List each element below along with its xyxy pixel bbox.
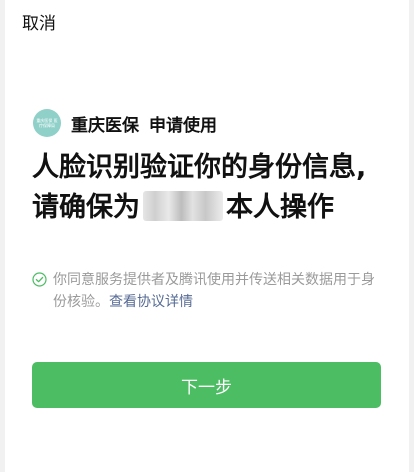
consent-notice: 你同意服务提供者及腾讯使用并传送相关数据用于身份核验。查看协议详情 [32,269,386,313]
title-line-1: 人脸识别验证你的身份信息, [32,152,367,183]
requesting-app: 重庆医保 医疗保障局 重庆医保 申请使用 [33,108,217,138]
app-request-label: 申请使用 [149,115,217,136]
app-logo-text: 重庆医保 医疗保障局 [36,118,58,128]
title-line-2: 请确保为 本人操作 [32,188,392,228]
consent-body: 你同意服务提供者及腾讯使用并传送相关数据用于身份核验。 [53,272,375,310]
title-line-2-prefix: 请确保为 [32,192,140,223]
redacted-name [143,191,223,221]
consent-text: 你同意服务提供者及腾讯使用并传送相关数据用于身份核验。查看协议详情 [53,269,386,313]
check-circle-icon[interactable] [32,272,47,287]
next-step-button[interactable]: 下一步 [32,362,381,408]
right-edge [409,0,414,472]
left-edge [0,0,5,472]
title-line-2-suffix: 本人操作 [226,192,334,223]
app-logo: 重庆医保 医疗保障局 [33,109,61,137]
view-agreement-link[interactable]: 查看协议详情 [109,294,193,310]
app-name: 重庆医保 [71,115,139,136]
page-title: 人脸识别验证你的身份信息, 请确保为 本人操作 [32,148,392,228]
cancel-button[interactable]: 取消 [22,14,56,34]
